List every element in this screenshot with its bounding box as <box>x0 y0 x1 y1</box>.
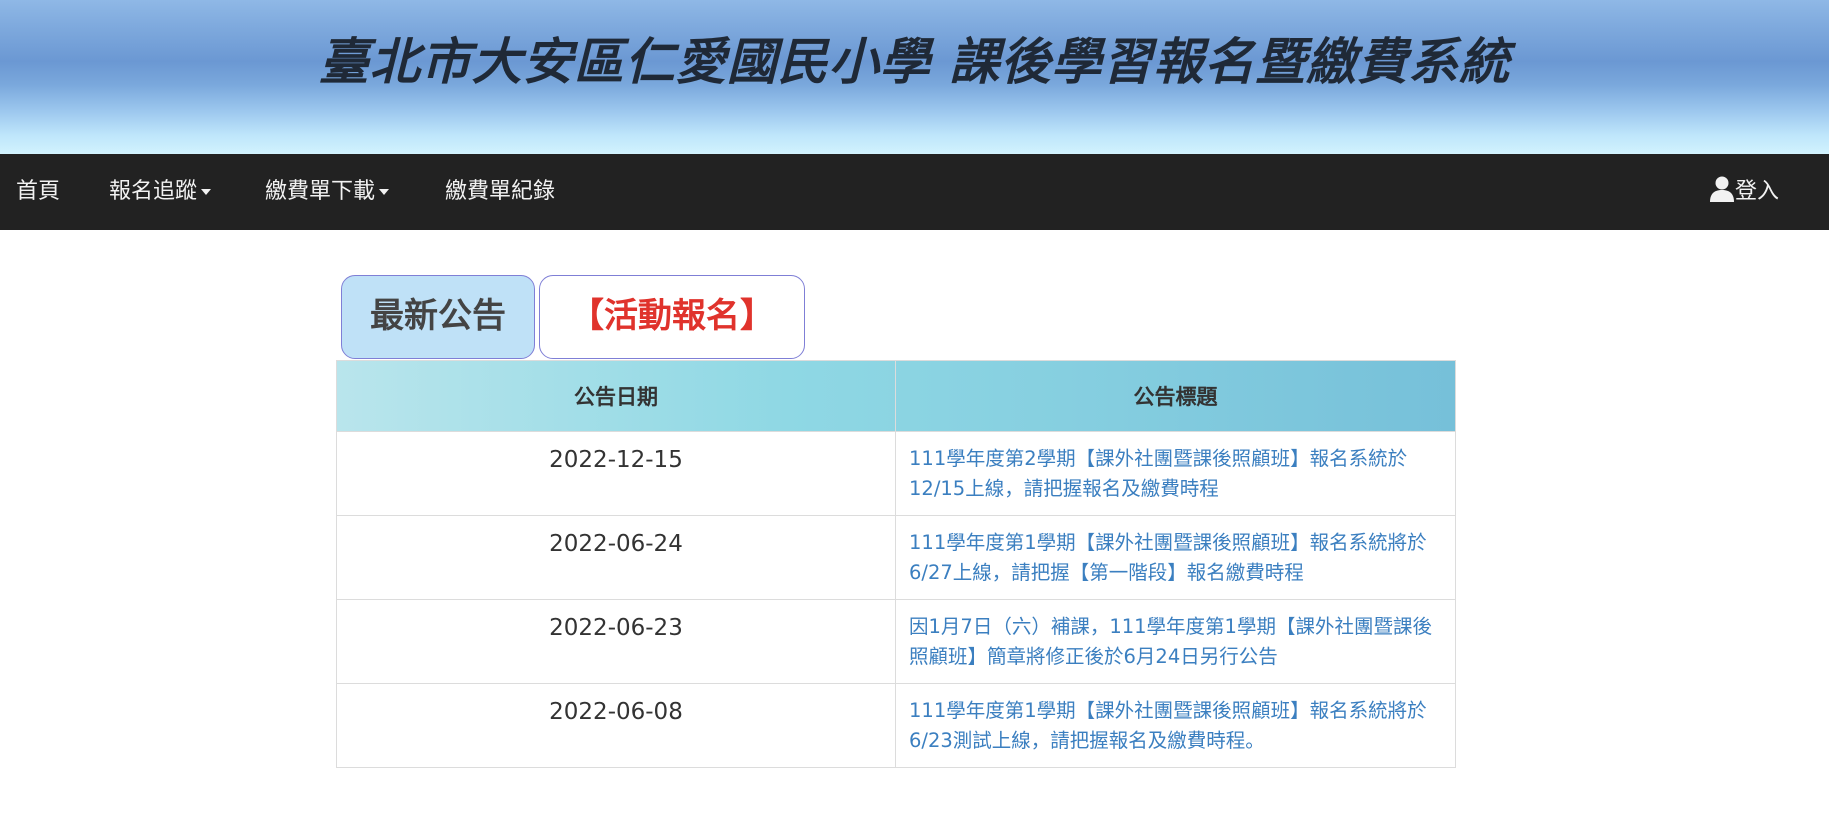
table-row: 2022-06-08 111學年度第1學期【課外社團暨課後照顧班】報名系統將於6… <box>336 683 1456 768</box>
nav-bill-records[interactable]: 繳費單紀錄 <box>445 154 555 230</box>
nav-tracking-dropdown[interactable]: 報名追蹤 <box>109 154 212 230</box>
announcement-link[interactable]: 因1月7日（六）補課，111學年度第1學期【課外社團暨課後照顧班】簡章將修正後於… <box>909 615 1432 668</box>
caret-down-icon <box>201 189 212 195</box>
announcement-link[interactable]: 111學年度第1學期【課外社團暨課後照顧班】報名系統將於6/23測試上線，請把握… <box>909 699 1427 752</box>
announcement-title-cell: 111學年度第1學期【課外社團暨課後照顧班】報名系統將於6/23測試上線，請把握… <box>895 683 1456 768</box>
site-title: 臺北市大安區仁愛國民小學 課後學習報名暨繳費系統 <box>318 33 1511 91</box>
table-row: 2022-12-15 111學年度第2學期【課外社團暨課後照顧班】報名系統於12… <box>336 431 1456 516</box>
tab-latest-news[interactable]: 最新公告 <box>341 275 535 359</box>
announcement-title-cell: 111學年度第1學期【課外社團暨課後照顧班】報名系統將於6/27上線，請把握【第… <box>895 515 1456 600</box>
tab-activity-registration[interactable]: 【活動報名】 <box>539 275 805 359</box>
announcement-date: 2022-06-23 <box>336 599 896 684</box>
announcement-title-cell: 因1月7日（六）補課，111學年度第1學期【課外社團暨課後照顧班】簡章將修正後於… <box>895 599 1456 684</box>
announcement-table: 公告日期 公告標題 2022-12-15 111學年度第2學期【課外社團暨課後照… <box>336 360 1456 768</box>
table-row: 2022-06-23 因1月7日（六）補課，111學年度第1學期【課外社團暨課後… <box>336 599 1456 684</box>
nav-tracking-label: 報名追蹤 <box>109 179 198 204</box>
column-header-date: 公告日期 <box>336 360 896 432</box>
nav-bill-records-label: 繳費單紀錄 <box>445 179 556 204</box>
nav-home-label: 首頁 <box>16 179 61 204</box>
login-link[interactable]: 登入 <box>1710 154 1779 230</box>
announcement-date: 2022-06-24 <box>336 515 896 600</box>
announcement-link[interactable]: 111學年度第2學期【課外社團暨課後照顧班】報名系統於12/15上線，請把握報名… <box>909 447 1407 500</box>
nav-home[interactable]: 首頁 <box>16 154 60 230</box>
table-header-row: 公告日期 公告標題 <box>336 360 1456 432</box>
announcement-date: 2022-06-08 <box>336 683 896 768</box>
caret-down-icon <box>379 189 390 195</box>
announcement-date: 2022-12-15 <box>336 431 896 516</box>
announcement-title-cell: 111學年度第2學期【課外社團暨課後照顧班】報名系統於12/15上線，請把握報名… <box>895 431 1456 516</box>
user-icon <box>1710 176 1734 202</box>
top-navbar: 首頁 報名追蹤 繳費單下載 繳費單紀錄 登入 <box>0 154 1829 230</box>
announcement-link[interactable]: 111學年度第1學期【課外社團暨課後照顧班】報名系統將於6/27上線，請把握【第… <box>909 531 1427 584</box>
table-row: 2022-06-24 111學年度第1學期【課外社團暨課後照顧班】報名系統將於6… <box>336 515 1456 600</box>
nav-bill-download-dropdown[interactable]: 繳費單下載 <box>265 154 390 230</box>
column-header-title: 公告標題 <box>895 360 1456 432</box>
nav-bill-download-label: 繳費單下載 <box>265 179 376 204</box>
login-label: 登入 <box>1735 179 1780 204</box>
header-banner: 臺北市大安區仁愛國民小學 課後學習報名暨繳費系統 <box>0 0 1829 154</box>
